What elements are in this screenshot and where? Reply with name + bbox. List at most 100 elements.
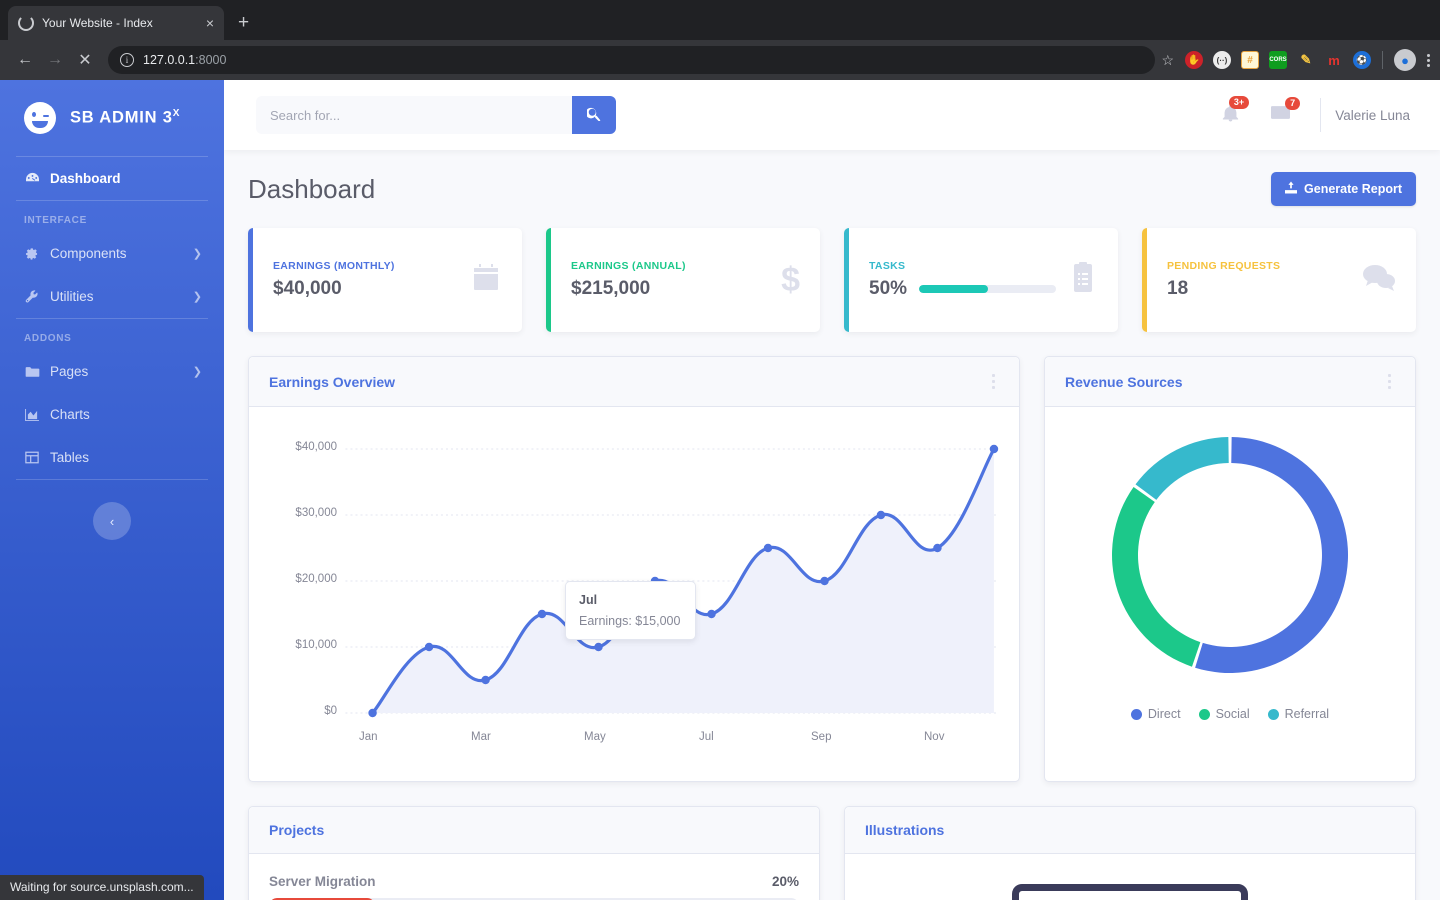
stop-loading-icon[interactable]: ✕ <box>70 45 100 75</box>
user-name-label[interactable]: Valerie Luna <box>1335 108 1416 123</box>
card-header: Revenue Sources <box>1045 357 1415 407</box>
messages-button[interactable]: 7 <box>1255 97 1306 125</box>
legend-label: Referral <box>1284 707 1330 721</box>
sidebar-item-dashboard[interactable]: Dashboard <box>0 157 224 200</box>
brand-logo-link[interactable]: SB ADMIN 3X <box>0 80 224 156</box>
x-tick: Jul <box>699 731 714 743</box>
legend-label: Social <box>1215 707 1250 721</box>
y-tick: $20,000 <box>295 573 337 585</box>
search-form <box>256 96 616 134</box>
tooltip-title: Jul <box>579 593 598 607</box>
donut-slice-direct[interactable] <box>1195 437 1349 673</box>
legend-item-referral[interactable]: Referral <box>1267 707 1330 721</box>
loading-spinner-icon <box>18 15 34 31</box>
card-title: Revenue Sources <box>1065 373 1183 390</box>
sidebar-collapse-wrapper: ‹ <box>0 480 224 562</box>
bottom-row: Projects Server Migration 20% Illustrati… <box>248 806 1416 900</box>
x-tick: Nov <box>924 731 945 743</box>
stat-body: TASKS 50% <box>869 260 1056 300</box>
cors-extension-icon[interactable]: CORS <box>1269 51 1287 69</box>
browser-toolbar: ← → ✕ i 127.0.0.1:8000 ☆ ✋ (··) # CORS ✎… <box>0 40 1440 80</box>
close-icon[interactable]: × <box>206 16 214 30</box>
speedometer-icon <box>24 172 40 186</box>
sidebar-item-utilities[interactable]: Utilities ❯ <box>0 275 224 318</box>
back-icon[interactable]: ← <box>10 45 40 75</box>
x-tick: May <box>584 731 606 743</box>
wrench-icon <box>24 289 40 304</box>
earnings-overview-card: Earnings Overview $40,000 $30,000 $20,00… <box>248 356 1020 782</box>
stat-card-pending-requests[interactable]: PENDING REQUESTS 18 <box>1142 228 1416 332</box>
highlighter-extension-icon[interactable]: ✎ <box>1297 51 1315 69</box>
profile-avatar[interactable]: ● <box>1394 49 1416 71</box>
card-title: Projects <box>269 822 325 838</box>
x-tick: Jan <box>359 731 378 743</box>
sidebar-item-charts[interactable]: Charts <box>0 393 224 436</box>
bookmark-star-icon[interactable]: ☆ <box>1161 52 1174 69</box>
tab-title: Your Website - Index <box>42 16 153 30</box>
address-bar[interactable]: i 127.0.0.1:8000 <box>108 46 1156 74</box>
sidebar-item-pages[interactable]: Pages ❯ <box>0 350 224 393</box>
stat-value: 50% <box>869 278 908 299</box>
card-options-icon[interactable] <box>1384 372 1395 391</box>
alerts-button[interactable]: 3+ <box>1206 95 1255 127</box>
search-icon <box>585 107 601 124</box>
privacy-badger-icon[interactable]: (··) <box>1213 51 1231 69</box>
sidebar-item-label: Utilities <box>50 289 94 304</box>
momentum-extension-icon[interactable]: m <box>1325 51 1343 69</box>
project-percent: 20% <box>771 874 799 889</box>
browser-menu-icon[interactable] <box>1427 53 1430 67</box>
sidebar-item-tables[interactable]: Tables <box>0 436 224 479</box>
search-button[interactable] <box>572 96 616 134</box>
stat-body: EARNINGS (MONTHLY) $40,000 <box>273 260 458 300</box>
ublock-origin-icon[interactable]: ✋ <box>1185 51 1203 69</box>
illustrations-card: Illustrations <box>844 806 1416 900</box>
card-body: Direct Social Referral <box>1045 407 1415 739</box>
stat-card-earnings-monthly[interactable]: EARNINGS (MONTHLY) $40,000 <box>248 228 522 332</box>
browser-tab[interactable]: Your Website - Index × <box>8 6 224 40</box>
address-bar-url: 127.0.0.1:8000 <box>143 53 227 67</box>
site-info-icon[interactable]: i <box>120 53 134 67</box>
sidebar-item-label: Tables <box>50 450 90 465</box>
y-tick: $30,000 <box>295 507 337 519</box>
sidebar-heading-interface: INTERFACE <box>24 215 87 226</box>
sb-admin-face-icon <box>24 102 56 134</box>
y-axis-labels: $40,000 $30,000 $20,000 $10,000 $0 <box>267 421 343 771</box>
legend-item-direct[interactable]: Direct <box>1130 707 1181 721</box>
card-options-icon[interactable] <box>988 372 999 391</box>
donut-slice-referral[interactable] <box>1135 437 1229 500</box>
chevron-right-icon: ❯ <box>192 248 202 260</box>
folder-icon <box>24 365 40 379</box>
new-tab-button[interactable]: + <box>238 12 249 34</box>
revenue-donut-chart[interactable] <box>1065 433 1395 688</box>
sidebar-toggle-button[interactable]: ‹ <box>93 502 131 540</box>
projects-card: Projects Server Migration 20% <box>248 806 820 900</box>
tab-strip: Your Website - Index × + <box>0 0 1440 40</box>
screen-root: Your Website - Index × + ← → ✕ i 127.0.0… <box>0 0 1440 900</box>
clipboard-list-icon <box>1068 261 1098 299</box>
stat-label: PENDING REQUESTS <box>1167 260 1281 272</box>
soccer-extension-icon[interactable]: ⚽ <box>1353 51 1371 69</box>
download-icon <box>1285 181 1298 197</box>
y-tick: $10,000 <box>295 639 337 651</box>
sidebar-item-components[interactable]: Components ❯ <box>0 232 224 275</box>
stat-card-tasks[interactable]: TASKS 50% <box>844 228 1118 332</box>
x-axis-labels: Jan Mar May Jul Sep Nov <box>267 731 1001 751</box>
generate-report-button[interactable]: Generate Report <box>1271 172 1416 206</box>
y-tick: $0 <box>324 705 337 717</box>
chart-tooltip: Jul Earnings: $15,000 <box>565 581 696 640</box>
stat-body: PENDING REQUESTS 18 <box>1167 260 1350 300</box>
forward-icon[interactable]: → <box>40 45 70 75</box>
notes-extension-icon[interactable]: # <box>1241 51 1259 69</box>
legend-item-social[interactable]: Social <box>1198 707 1250 721</box>
earnings-line-chart[interactable]: $40,000 $30,000 $20,000 $10,000 $0 Jan M… <box>267 421 1001 771</box>
comments-icon <box>1362 263 1396 298</box>
chart-area-icon <box>24 408 40 422</box>
tasks-progress-fill <box>919 285 988 293</box>
stat-value: 18 <box>1167 278 1189 299</box>
stat-card-row: EARNINGS (MONTHLY) $40,000 EARNINGS (ANN… <box>248 228 1416 332</box>
laptop-illustration <box>1012 884 1248 900</box>
stat-card-earnings-annual[interactable]: EARNINGS (ANNUAL) $215,000 $ <box>546 228 820 332</box>
search-input[interactable] <box>256 96 572 134</box>
donut-slice-social[interactable] <box>1112 486 1201 667</box>
generate-report-label: Generate Report <box>1304 182 1402 196</box>
